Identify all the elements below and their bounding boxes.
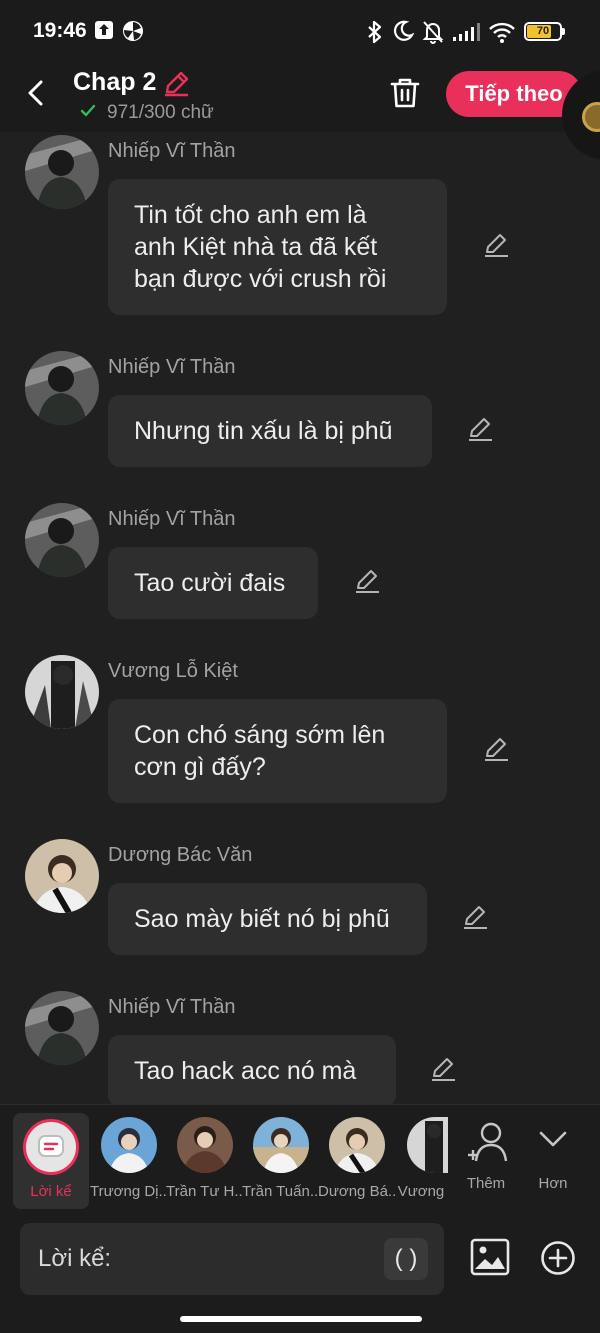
word-count: 971/300 chữ	[107, 102, 214, 123]
character-option[interactable]: Trần Tuấn...	[242, 1117, 320, 1209]
avatar	[253, 1117, 309, 1173]
edit-message-icon[interactable]	[429, 1055, 457, 1088]
message-bubble[interactable]: Tao cười đais	[108, 547, 318, 619]
add-character-button[interactable]: Thêm	[456, 1119, 516, 1199]
edit-message-icon[interactable]	[353, 567, 381, 600]
back-icon	[28, 80, 43, 106]
avatar[interactable]	[25, 135, 99, 209]
image-icon[interactable]	[470, 1238, 510, 1281]
character-option[interactable]: Dương Bá...	[318, 1117, 396, 1209]
pinwheel-icon	[122, 20, 144, 47]
avatar[interactable]	[25, 351, 99, 425]
speaker-name: Nhiếp Vĩ Thần	[108, 996, 236, 1018]
avatar	[329, 1117, 385, 1173]
more-button[interactable]: Hơn	[523, 1119, 583, 1199]
edit-message-icon[interactable]	[461, 903, 489, 936]
edit-message-icon[interactable]	[466, 415, 494, 448]
speaker-name: Vương Lỗ Kiệt	[108, 660, 238, 682]
character-name: Trần Tuấn...	[242, 1183, 320, 1200]
narrator-option[interactable]: Lời kể	[13, 1113, 89, 1209]
wifi-icon	[488, 22, 516, 49]
chevron-down-icon	[539, 1131, 567, 1147]
avatar	[101, 1117, 157, 1173]
moon-icon	[392, 20, 415, 47]
battery-icon: 70	[524, 22, 562, 41]
add-icon[interactable]	[540, 1240, 576, 1281]
status-bar: 19:46 70	[0, 0, 600, 64]
character-name: Trần Tư H...	[166, 1183, 244, 1200]
narration-input[interactable]: Lời kể: ( )	[20, 1223, 444, 1295]
battery-tip	[562, 28, 565, 35]
home-indicator[interactable]	[180, 1316, 422, 1322]
more-label: Hơn	[538, 1175, 568, 1192]
message-list[interactable]: Nhiếp Vĩ Thần Tin tốt cho anh em là anh …	[0, 132, 600, 1104]
avatar	[177, 1117, 233, 1173]
narrator-label: Lời kể	[30, 1183, 72, 1200]
message-bubble[interactable]: Tin tốt cho anh em là anh Kiệt nhà ta đã…	[108, 179, 447, 315]
bell-off-icon	[422, 20, 444, 49]
avatar[interactable]	[25, 655, 99, 729]
speaker-name: Dương Bác Văn	[108, 844, 253, 866]
character-name: Trương Dị...	[90, 1183, 168, 1200]
add-person-icon	[468, 1122, 508, 1162]
character-option[interactable]: Vương	[394, 1117, 448, 1209]
signal-icon	[452, 22, 480, 47]
speaker-name: Nhiếp Vĩ Thần	[108, 356, 236, 378]
speaker-name: Nhiếp Vĩ Thần	[108, 140, 236, 162]
speaker-name: Nhiếp Vĩ Thần	[108, 508, 236, 530]
avatar[interactable]	[25, 503, 99, 577]
bluetooth-icon	[366, 20, 384, 49]
message-bubble[interactable]: Tao hack acc nó mà	[108, 1035, 396, 1104]
check-icon	[80, 104, 96, 123]
parentheses-button[interactable]: ( )	[384, 1238, 428, 1280]
character-option[interactable]: Trần Tư H...	[166, 1117, 244, 1209]
character-option[interactable]: Trương Dị...	[90, 1117, 168, 1209]
chapter-header: Chap 2 971/300 chữ Tiếp theo	[0, 64, 600, 132]
edit-message-icon[interactable]	[482, 735, 510, 768]
input-label: Lời kể:	[38, 1245, 112, 1272]
character-name: Dương Bá...	[318, 1183, 396, 1200]
battery-percent: 70	[536, 25, 550, 37]
input-bar: Lời kể: ( )	[0, 1212, 600, 1333]
chapter-title[interactable]: Chap 2	[73, 68, 156, 97]
message-bubble[interactable]: Nhưng tin xấu là bị phũ	[108, 395, 432, 467]
trash-icon[interactable]	[388, 76, 422, 115]
message-bubble[interactable]: Con chó sáng sớm lên cơn gì đấy?	[108, 699, 447, 803]
pencil-icon[interactable]	[162, 70, 190, 103]
upload-icon	[94, 20, 114, 45]
avatar[interactable]	[25, 991, 99, 1065]
avatar[interactable]	[25, 839, 99, 913]
narrator-icon	[23, 1119, 79, 1175]
add-character-label: Thêm	[466, 1175, 506, 1192]
status-time: 19:46	[33, 19, 87, 42]
character-name: Vương	[397, 1183, 445, 1200]
message-bubble[interactable]: Sao mày biết nó bị phũ	[108, 883, 427, 955]
edit-message-icon[interactable]	[482, 231, 510, 264]
coin-icon	[582, 102, 600, 132]
avatar	[407, 1117, 448, 1173]
back-button[interactable]	[22, 78, 52, 108]
character-selector: Lời kể Trương Dị... Trần Tư H... Trần Tu…	[0, 1104, 600, 1212]
